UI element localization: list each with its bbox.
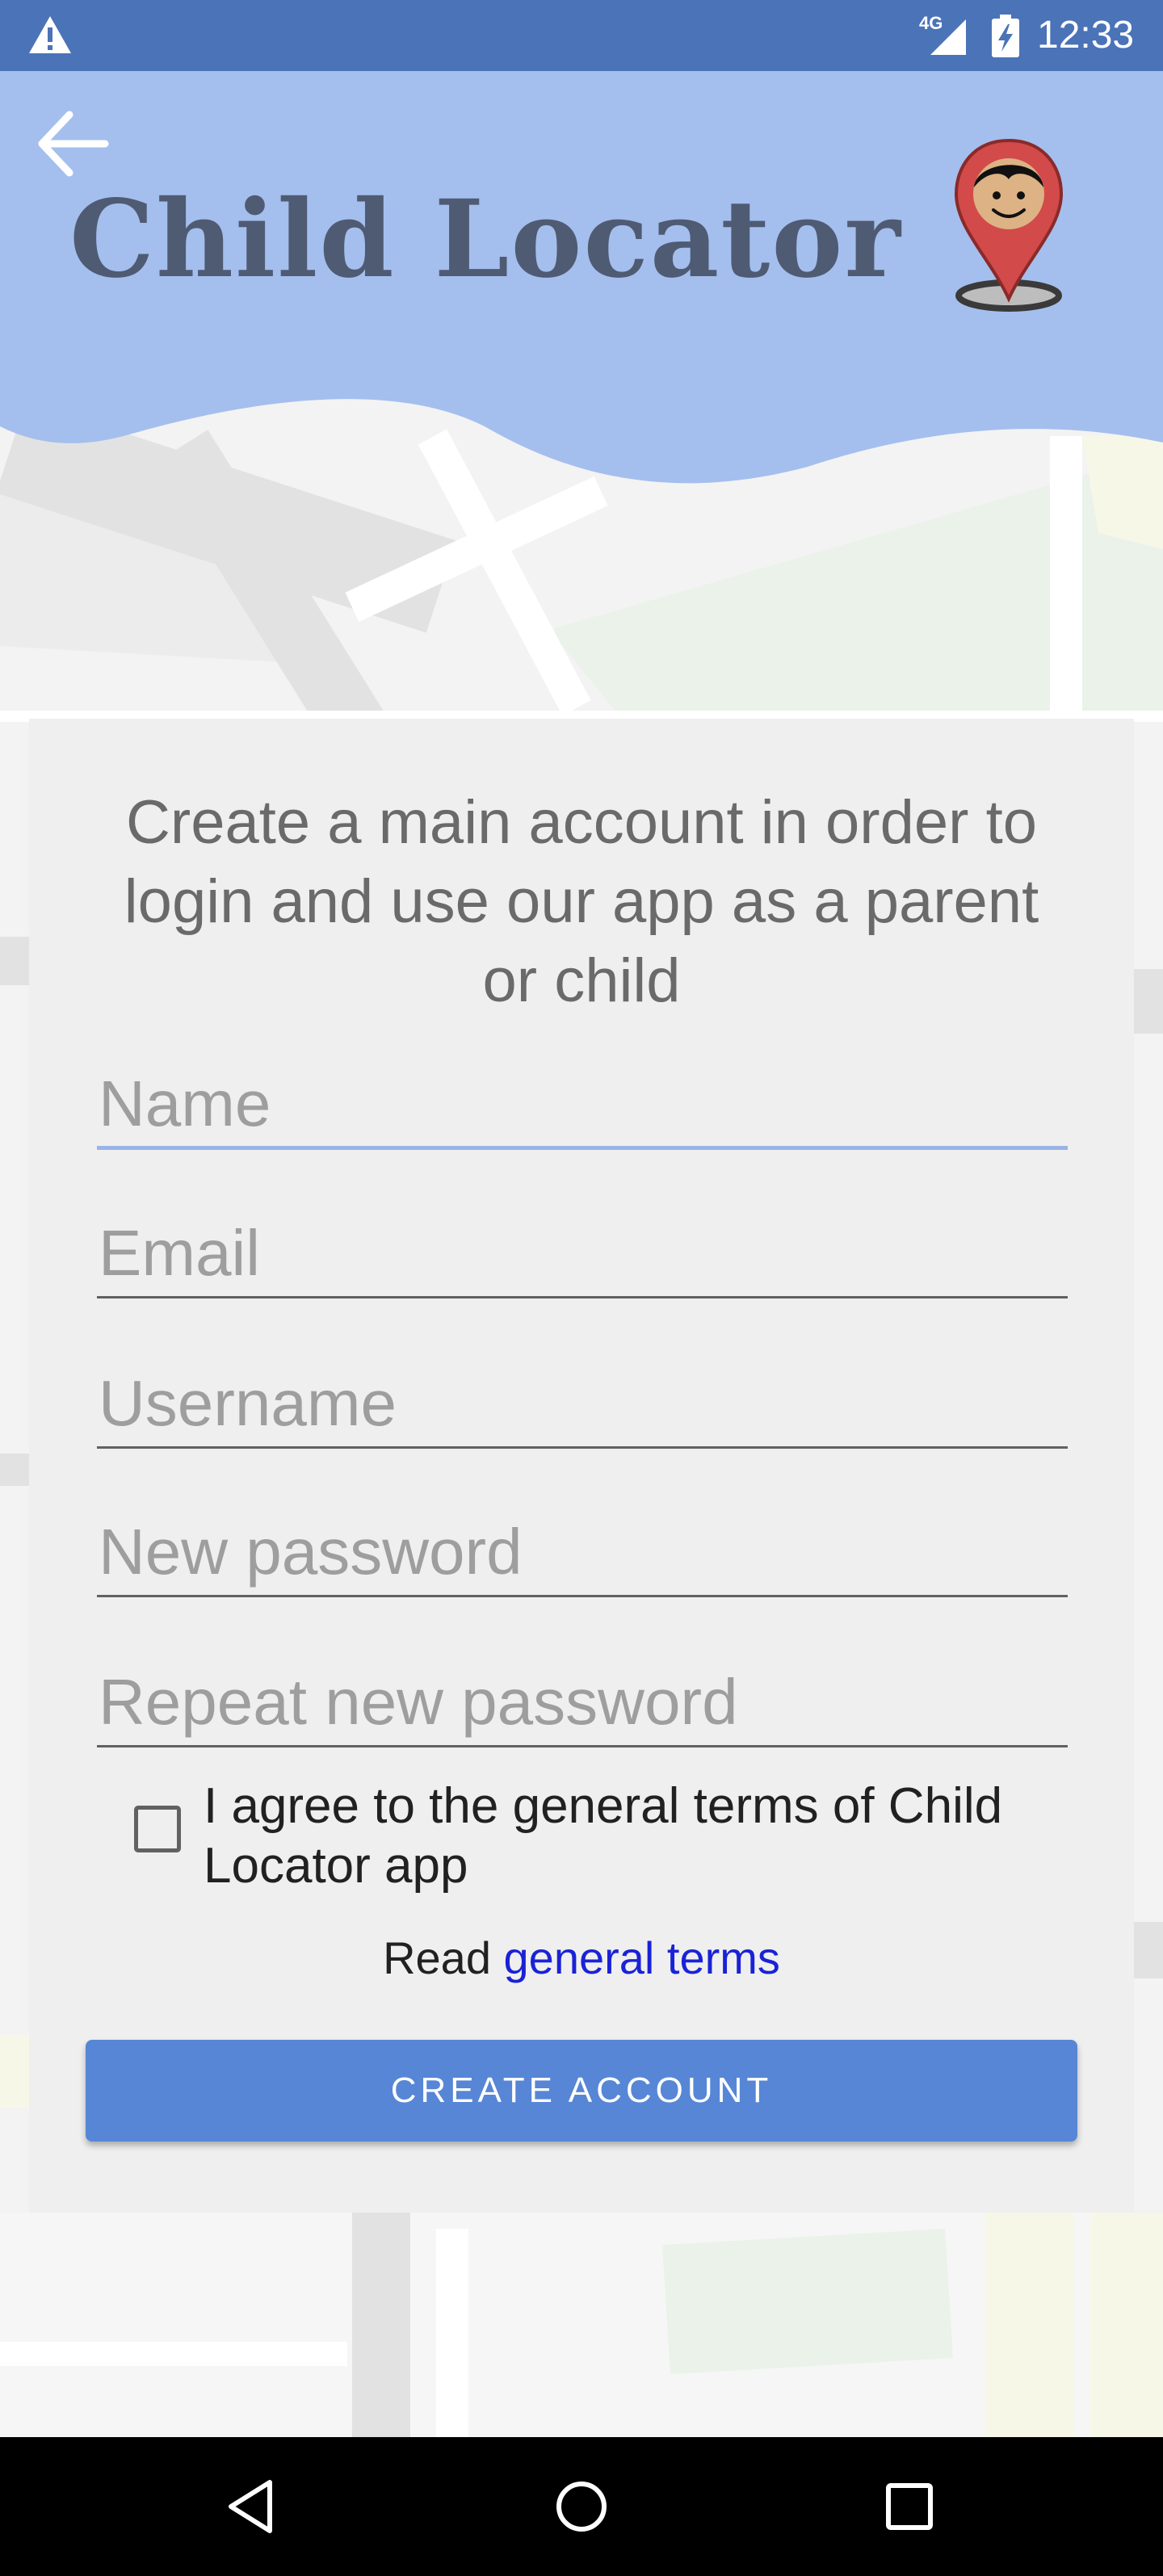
battery-charging-icon xyxy=(992,15,1019,57)
nav-back-icon[interactable] xyxy=(221,2474,286,2539)
registration-card: Create a main account in order to login … xyxy=(29,719,1134,2213)
status-bar: 4G 12:33 xyxy=(0,0,1163,71)
system-nav-bar xyxy=(0,2437,1163,2576)
general-terms-link[interactable]: general terms xyxy=(504,1932,780,1983)
read-prefix: Read xyxy=(383,1932,491,1983)
intro-text: Create a main account in order to login … xyxy=(124,788,1039,1015)
nav-home-icon[interactable] xyxy=(549,2474,614,2539)
terms-agreement-row[interactable]: I agree to the general terms of Child Lo… xyxy=(102,1777,1071,1898)
new-password-input[interactable] xyxy=(97,1508,1068,1597)
name-input[interactable] xyxy=(97,1061,1068,1150)
app-title: Child Locator xyxy=(69,177,902,302)
terms-checkbox-label: I agree to the general terms of Child Lo… xyxy=(204,1778,1003,1894)
create-account-button[interactable]: CREATE ACCOUNT xyxy=(86,2040,1077,2142)
back-arrow-icon[interactable] xyxy=(32,103,113,184)
repeat-password-input[interactable] xyxy=(97,1659,1068,1747)
email-input[interactable] xyxy=(97,1210,1068,1298)
signal-icon xyxy=(930,19,966,55)
clock: 12:33 xyxy=(1037,14,1135,57)
nav-recents-icon[interactable] xyxy=(877,2474,942,2539)
read-terms-line: Read general terms xyxy=(29,1930,1134,1987)
child-location-pin-icon xyxy=(954,138,1064,312)
username-input[interactable] xyxy=(97,1360,1068,1449)
warning-icon xyxy=(29,16,71,53)
terms-checkbox[interactable] xyxy=(134,1806,181,1852)
